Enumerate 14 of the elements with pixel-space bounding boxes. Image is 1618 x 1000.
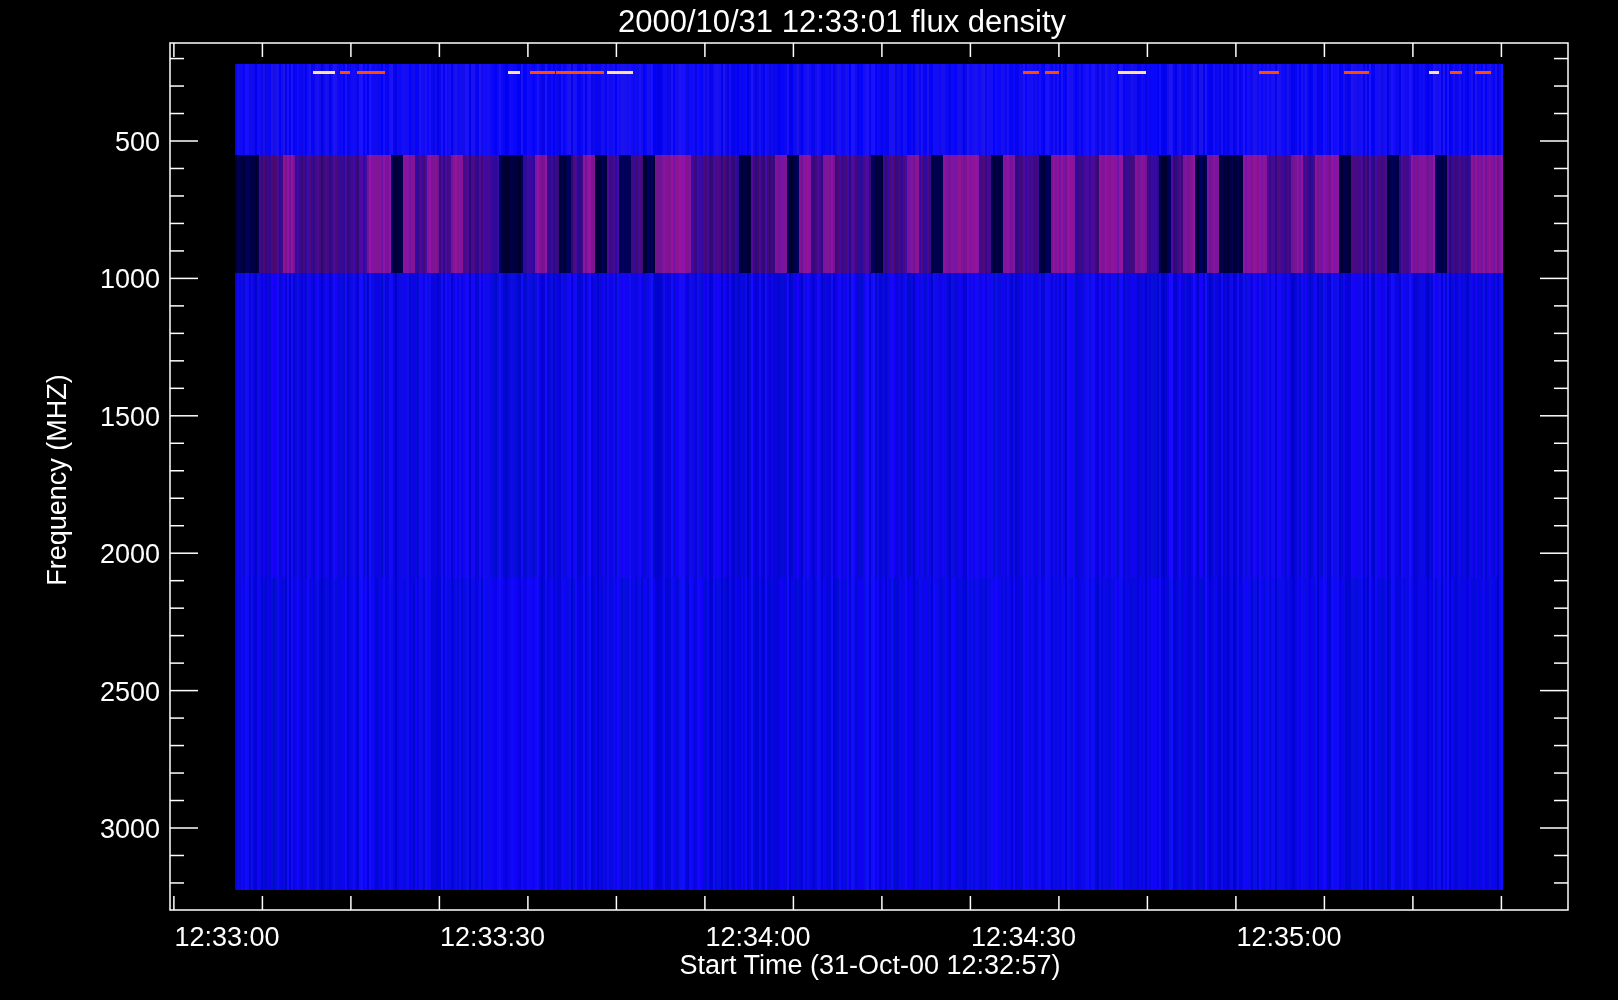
x-tick-label: 12:34:30	[970, 922, 1077, 952]
y-tick-label: 2000	[99, 539, 160, 570]
y-axis-label: Frequency (MHZ)	[42, 374, 72, 586]
y-tick-label: 2500	[99, 676, 160, 707]
chart-title: 2000/10/31 12:33:01 flux density	[617, 4, 1067, 39]
x-tick-label: 12:33:30	[439, 922, 546, 952]
y-tick-label: 500	[114, 127, 160, 157]
x-axis-label: Start Time (31-Oct-00 12:32:57)	[679, 950, 1061, 980]
x-tick-label: 12:35:00	[1236, 922, 1342, 952]
y-tick-label: 3000	[99, 814, 160, 844]
x-tick-label: 12:33:00	[174, 922, 280, 952]
y-tick-label: 1000	[99, 264, 160, 295]
x-tick-label: 12:34:00	[705, 922, 811, 952]
y-tick-label: 1500	[99, 401, 160, 432]
